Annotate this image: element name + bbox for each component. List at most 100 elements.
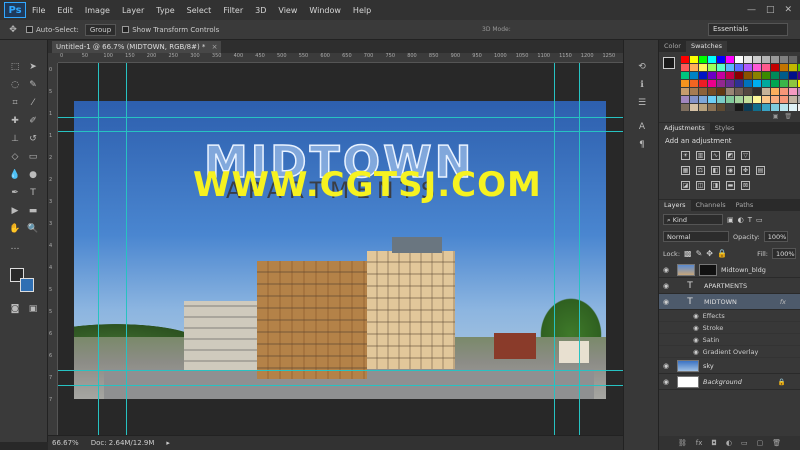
effects-group[interactable]: ◉ Effects xyxy=(659,310,800,322)
color-swatch[interactable] xyxy=(780,104,788,111)
color-swatch[interactable] xyxy=(753,72,761,79)
layer-row-selected[interactable]: ◉ T MIDTOWN fx xyxy=(659,294,800,310)
color-lookup-icon[interactable]: ▤ xyxy=(756,166,765,175)
fill-field[interactable]: 100% xyxy=(772,248,796,259)
color-swatch[interactable] xyxy=(771,64,779,71)
filter-type-icon[interactable]: T xyxy=(748,216,752,224)
color-swatch[interactable] xyxy=(681,80,689,87)
color-swatch[interactable] xyxy=(735,80,743,87)
eyedropper-icon[interactable]: ⁄ xyxy=(26,96,40,110)
layer-row[interactable]: ◉ Midtown_bldg xyxy=(659,262,800,278)
color-swatch[interactable] xyxy=(699,64,707,71)
effect-item[interactable]: ◉ Gradient Overlay xyxy=(659,346,800,358)
channel-mixer-icon[interactable]: ✤ xyxy=(741,166,750,175)
effect-item[interactable]: ◉ Satin xyxy=(659,334,800,346)
path-select-icon[interactable]: ▶ xyxy=(8,204,22,218)
layer-row[interactable]: ◉ sky xyxy=(659,358,800,374)
color-swatch[interactable] xyxy=(699,72,707,79)
color-swatch[interactable] xyxy=(690,96,698,103)
color-swatch[interactable] xyxy=(771,104,779,111)
filter-pixel-icon[interactable]: ▣ xyxy=(727,216,734,224)
lock-all-icon[interactable]: 🔒 xyxy=(717,249,727,258)
menu-select[interactable]: Select xyxy=(181,6,218,15)
layer-row[interactable]: ◉ Background 🔒 xyxy=(659,374,800,390)
color-swatch[interactable] xyxy=(708,72,716,79)
healing-brush-icon[interactable]: ✚ xyxy=(8,114,22,128)
color-swatch[interactable] xyxy=(726,64,734,71)
filter-shape-icon[interactable]: ▭ xyxy=(756,216,763,224)
history-brush-icon[interactable]: ↺ xyxy=(26,132,40,146)
vibrance-icon[interactable]: ▽ xyxy=(741,151,750,160)
color-swatch[interactable] xyxy=(780,72,788,79)
opacity-field[interactable]: 100% xyxy=(763,231,788,242)
tab-adjustments[interactable]: Adjustments xyxy=(659,123,710,134)
color-swatch[interactable] xyxy=(744,56,752,63)
visibility-eye-icon[interactable]: ◉ xyxy=(659,282,673,290)
move-tool-preset-icon[interactable]: ✥ xyxy=(6,23,20,37)
link-layers-icon[interactable]: ⛓ xyxy=(678,439,687,447)
color-swatch[interactable] xyxy=(735,72,743,79)
threshold-icon[interactable]: ◨ xyxy=(711,181,720,190)
color-swatch[interactable] xyxy=(708,88,716,95)
swatch-foreground[interactable] xyxy=(663,57,675,69)
color-swatch[interactable] xyxy=(753,80,761,87)
color-swatch[interactable] xyxy=(771,80,779,87)
add-mask-icon[interactable]: ◘ xyxy=(711,439,717,447)
color-swatch[interactable] xyxy=(789,104,797,111)
guide-vertical[interactable] xyxy=(126,63,127,435)
color-swatch[interactable] xyxy=(717,88,725,95)
tab-swatches[interactable]: Swatches xyxy=(685,41,728,52)
color-swatch[interactable] xyxy=(762,72,770,79)
color-swatch[interactable] xyxy=(699,96,707,103)
add-style-icon[interactable]: fx xyxy=(696,439,703,447)
color-swatch[interactable] xyxy=(762,104,770,111)
quick-select-icon[interactable]: ✎ xyxy=(26,78,40,92)
visibility-eye-icon[interactable]: ◉ xyxy=(659,362,673,370)
eraser-tool-icon[interactable]: ◇ xyxy=(8,150,22,164)
layer-row[interactable]: ◉ T APARTMENTS xyxy=(659,278,800,294)
color-swatch[interactable] xyxy=(753,64,761,71)
color-swatch[interactable] xyxy=(708,96,716,103)
visibility-eye-icon[interactable]: ◉ xyxy=(693,312,699,320)
color-swatch[interactable] xyxy=(780,80,788,87)
background-color-swatch[interactable] xyxy=(20,278,34,292)
doc-size-info[interactable]: Doc: 2.64M/12.9M xyxy=(91,439,155,447)
transform-controls-checkbox[interactable]: Show Transform Controls xyxy=(122,26,219,34)
status-arrow-icon[interactable]: ▸ xyxy=(166,439,170,447)
color-swatch[interactable] xyxy=(771,88,779,95)
visibility-eye-icon[interactable]: ◉ xyxy=(659,378,673,386)
photo-filter-icon[interactable]: ◉ xyxy=(726,166,735,175)
dodge-tool-icon[interactable]: ● xyxy=(26,168,40,182)
tab-color[interactable]: Color xyxy=(659,41,686,52)
hand-tool-icon[interactable]: ✋ xyxy=(8,222,22,236)
visibility-eye-icon[interactable]: ◉ xyxy=(693,348,699,356)
canvas-area[interactable]: MIDTOWN APARTMENTS WWW.CGTSJ.COM xyxy=(58,63,623,435)
selective-color-icon[interactable]: ⊠ xyxy=(741,181,750,190)
fx-badge[interactable]: fx xyxy=(780,298,786,306)
pen-tool-icon[interactable]: ✒ xyxy=(8,186,22,200)
workspace-dropdown[interactable]: Essentials xyxy=(708,23,788,36)
color-swatch[interactable] xyxy=(699,80,707,87)
blend-mode-dropdown[interactable]: Normal xyxy=(663,231,729,242)
color-swatch[interactable] xyxy=(780,64,788,71)
color-swatch[interactable] xyxy=(726,104,734,111)
color-swatch[interactable] xyxy=(789,88,797,95)
color-swatch[interactable] xyxy=(690,64,698,71)
invert-icon[interactable]: ◪ xyxy=(681,181,690,190)
color-swatch[interactable] xyxy=(735,64,743,71)
levels-icon[interactable]: ▥ xyxy=(696,151,705,160)
color-swatch[interactable] xyxy=(681,64,689,71)
vertical-ruler[interactable]: 0 5 1 1 2 2 3 3 4 4 5 5 6 6 7 7 xyxy=(48,63,58,435)
document-tab[interactable]: Untitled-1 @ 66.7% (MIDTOWN, RGB/8#) * × xyxy=(52,41,222,53)
effect-item[interactable]: ◉ Stroke xyxy=(659,322,800,334)
brightness-icon[interactable]: ☀ xyxy=(681,151,690,160)
color-swatch[interactable] xyxy=(780,88,788,95)
color-swatch[interactable] xyxy=(735,88,743,95)
color-swatch[interactable] xyxy=(690,88,698,95)
color-swatch[interactable] xyxy=(726,88,734,95)
color-swatch[interactable] xyxy=(789,64,797,71)
color-swatch[interactable] xyxy=(744,96,752,103)
gradient-tool-icon[interactable]: ▭ xyxy=(26,150,40,164)
lock-pixels-icon[interactable]: ✎ xyxy=(696,249,703,258)
menu-edit[interactable]: Edit xyxy=(51,6,79,15)
